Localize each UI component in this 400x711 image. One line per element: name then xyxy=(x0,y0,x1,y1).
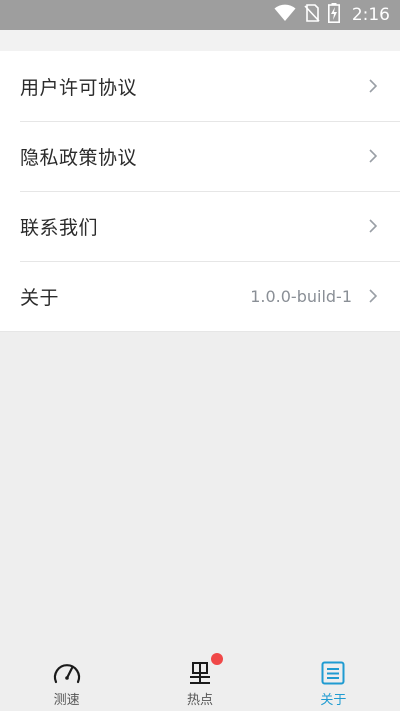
chevron-right-icon xyxy=(366,289,380,303)
tab-label: 关于 xyxy=(320,693,347,708)
list-item-about[interactable]: 关于 1.0.0-build-1 xyxy=(0,261,400,331)
list-item-label: 用户许可协议 xyxy=(20,76,138,99)
tab-label: 测速 xyxy=(53,693,80,708)
chevron-right-icon xyxy=(366,149,380,163)
version-text: 1.0.0-build-1 xyxy=(250,286,352,306)
list-item-privacy-policy[interactable]: 隐私政策协议 xyxy=(0,121,400,191)
list-item-user-license[interactable]: 用户许可协议 xyxy=(0,51,400,121)
bottom-nav: 测速 热点 关于 xyxy=(0,651,400,711)
list-item-label: 关于 xyxy=(20,286,60,309)
battery-charging-icon xyxy=(327,3,340,27)
tab-label: 热点 xyxy=(186,693,213,708)
chevron-right-icon xyxy=(366,79,380,93)
document-list-icon xyxy=(318,659,348,687)
status-time: 2:16 xyxy=(351,5,390,25)
tab-hotspot[interactable]: 热点 xyxy=(133,651,266,711)
hotspot-icon xyxy=(185,653,223,687)
chevron-right-icon xyxy=(366,219,380,233)
no-sim-icon xyxy=(304,4,320,26)
list-item-label: 隐私政策协议 xyxy=(20,146,138,169)
list-item-contact-us[interactable]: 联系我们 xyxy=(0,191,400,261)
notification-badge xyxy=(210,653,223,665)
status-icons: 2:16 xyxy=(274,0,390,30)
header-spacer xyxy=(0,30,400,51)
list-item-label: 联系我们 xyxy=(20,216,99,239)
wifi-icon xyxy=(274,4,296,26)
status-bar: 2:16 xyxy=(0,0,400,30)
settings-list: 用户许可协议 隐私政策协议 联系我们 关于 1.0.0-build-1 xyxy=(0,51,400,332)
speedometer-icon xyxy=(52,659,82,687)
tab-speed-test[interactable]: 测速 xyxy=(0,651,133,711)
tab-about[interactable]: 关于 xyxy=(267,651,400,711)
